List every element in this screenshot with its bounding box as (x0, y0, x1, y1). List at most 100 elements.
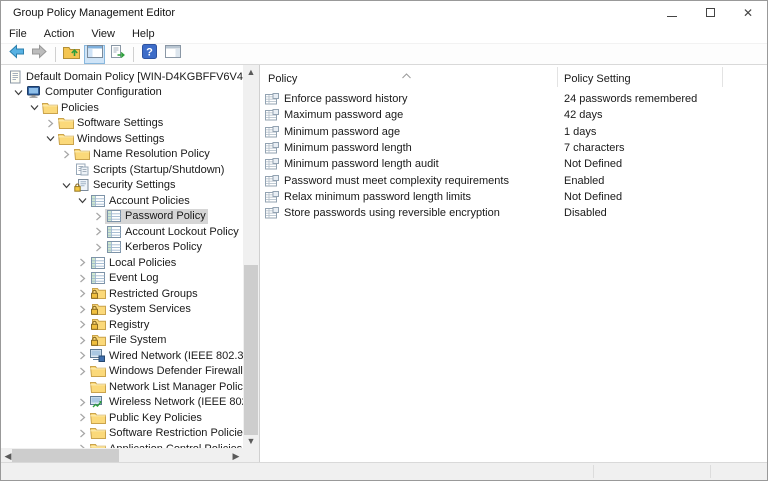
tree-item[interactable]: Default Domain Policy [WIN-D4KGBFFV6V4.O… (1, 69, 243, 85)
tree-item[interactable]: Public Key Policies (1, 410, 243, 426)
tree-item[interactable]: Policies (1, 100, 243, 116)
tree-item[interactable]: Account Lockout Policy (1, 224, 243, 240)
menu-view[interactable]: View (91, 28, 115, 40)
menu-help[interactable]: Help (132, 28, 155, 40)
table-row[interactable]: Minimum password length 7 characters (260, 140, 767, 156)
forward-icon (31, 44, 48, 64)
table-row[interactable]: Relax minimum password length limits Not … (260, 189, 767, 205)
tree-item[interactable]: Name Resolution Policy (1, 147, 243, 163)
chevron-right-icon[interactable] (75, 398, 89, 407)
tree-item-label: System Services (109, 303, 191, 316)
tree-item[interactable]: Software Restriction Policies (1, 426, 243, 442)
folder-lock-icon (89, 287, 106, 300)
tree-item-label: Computer Configuration (45, 86, 162, 99)
tree-item[interactable]: Windows Settings (1, 131, 243, 147)
tree-item[interactable]: Wireless Network (IEEE 802.11) (1, 395, 243, 411)
table-row[interactable]: Maximum password age 42 days (260, 107, 767, 123)
toolbar-separator (55, 46, 56, 62)
chevron-down-icon[interactable] (75, 196, 89, 205)
chevron-right-icon[interactable] (91, 212, 105, 221)
tree-item-label: Kerberos Policy (125, 241, 203, 254)
export-list-button[interactable] (107, 44, 128, 64)
chevron-right-icon[interactable] (75, 367, 89, 376)
column-divider[interactable] (557, 67, 558, 87)
scroll-down-icon[interactable]: ▼ (243, 434, 259, 448)
tree-item[interactable]: Scripts (Startup/Shutdown) (1, 162, 243, 178)
chevron-right-icon[interactable] (75, 289, 89, 298)
chevron-right-icon[interactable] (75, 351, 89, 360)
chevron-right-icon[interactable] (75, 258, 89, 267)
chevron-down-icon[interactable] (43, 134, 57, 143)
chevron-right-icon[interactable] (59, 150, 73, 159)
chevron-right-icon[interactable] (75, 305, 89, 314)
tree-item-label: Account Policies (109, 194, 190, 207)
chevron-right-icon[interactable] (91, 227, 105, 236)
policy-setting-value: 24 passwords remembered (564, 93, 698, 106)
tree-item[interactable]: Application Control Policies (1, 441, 243, 448)
minimize-icon (667, 4, 677, 22)
tree-item[interactable]: Account Policies (1, 193, 243, 209)
tree-item[interactable]: Kerberos Policy (1, 240, 243, 256)
tree-item[interactable]: Wired Network (IEEE 802.3) Pol (1, 348, 243, 364)
column-divider[interactable] (722, 67, 723, 87)
policy-setting-value: Enabled (564, 174, 605, 187)
minimize-button[interactable] (653, 1, 691, 25)
tree-item[interactable]: Software Settings (1, 116, 243, 132)
column-header-policy-setting[interactable]: Policy Setting (564, 73, 631, 85)
horizontal-scroll-thumb[interactable] (12, 449, 119, 463)
table-row[interactable]: Minimum password length audit Not Defined (260, 156, 767, 172)
show-action-pane-button[interactable] (162, 45, 183, 64)
vertical-scroll-thumb[interactable] (244, 265, 258, 435)
tree-item[interactable]: Network List Manager Policies (1, 379, 243, 395)
scroll-up-icon[interactable]: ▲ (243, 65, 259, 79)
tree-item-label: Windows Settings (77, 132, 165, 145)
table-row[interactable]: Password must meet complexity requiremen… (260, 172, 767, 188)
table-row[interactable]: Enforce password history 24 passwords rem… (260, 91, 767, 107)
chevron-down-icon[interactable] (59, 181, 73, 190)
close-button[interactable]: ✕ (729, 1, 767, 25)
tree-item[interactable]: Local Policies (1, 255, 243, 271)
forward-button[interactable] (29, 44, 50, 64)
chevron-right-icon[interactable] (43, 119, 57, 128)
console-root-icon (6, 70, 23, 84)
tree-item[interactable]: System Services (1, 302, 243, 318)
chevron-right-icon[interactable] (75, 413, 89, 422)
folder-icon (41, 102, 58, 114)
maximize-button[interactable] (691, 1, 729, 25)
tree-item-label: Wired Network (IEEE 802.3) Pol (109, 349, 243, 362)
up-one-level-button[interactable] (61, 45, 82, 64)
table-row[interactable]: Store passwords using reversible encrypt… (260, 205, 767, 221)
show-console-tree-button[interactable] (84, 44, 105, 64)
tree-item-label: Windows Defender Firewall wit (109, 365, 243, 378)
tree-item[interactable]: File System (1, 333, 243, 349)
policy-item-icon (265, 174, 280, 187)
menu-action[interactable]: Action (44, 28, 75, 40)
chevron-right-icon[interactable] (75, 274, 89, 283)
tree-item-label: Network List Manager Policies (109, 380, 243, 393)
policy-table-icon (89, 194, 106, 207)
back-button[interactable] (6, 44, 27, 64)
tree-item[interactable]: Restricted Groups (1, 286, 243, 302)
column-header-policy[interactable]: Policy (268, 73, 297, 85)
tree-item[interactable]: Security Settings (1, 178, 243, 194)
chevron-right-icon[interactable] (75, 429, 89, 438)
menu-file[interactable]: File (9, 28, 27, 40)
chevron-right-icon[interactable] (91, 243, 105, 252)
chevron-down-icon[interactable] (27, 103, 41, 112)
tree-vertical-scrollbar[interactable]: ▲ ▼ (243, 65, 259, 448)
tree-item-label: Name Resolution Policy (93, 148, 210, 161)
tree-item[interactable]: Registry (1, 317, 243, 333)
tree-item[interactable]: Computer Configuration (1, 85, 243, 101)
tree-item[interactable]: Windows Defender Firewall wit (1, 364, 243, 380)
help-button[interactable]: ? (139, 44, 160, 64)
tree-item[interactable]: Password Policy (1, 208, 243, 225)
computer-icon (25, 85, 42, 99)
chevron-right-icon[interactable] (75, 320, 89, 329)
chevron-down-icon[interactable] (11, 88, 25, 97)
tree-item-label: Public Key Policies (109, 411, 202, 424)
table-row[interactable]: Minimum password age 1 days (260, 124, 767, 140)
policy-setting-value: 42 days (564, 109, 603, 122)
tree-item-label: Account Lockout Policy (125, 225, 239, 238)
tree-item[interactable]: Event Log (1, 271, 243, 287)
chevron-right-icon[interactable] (75, 336, 89, 345)
